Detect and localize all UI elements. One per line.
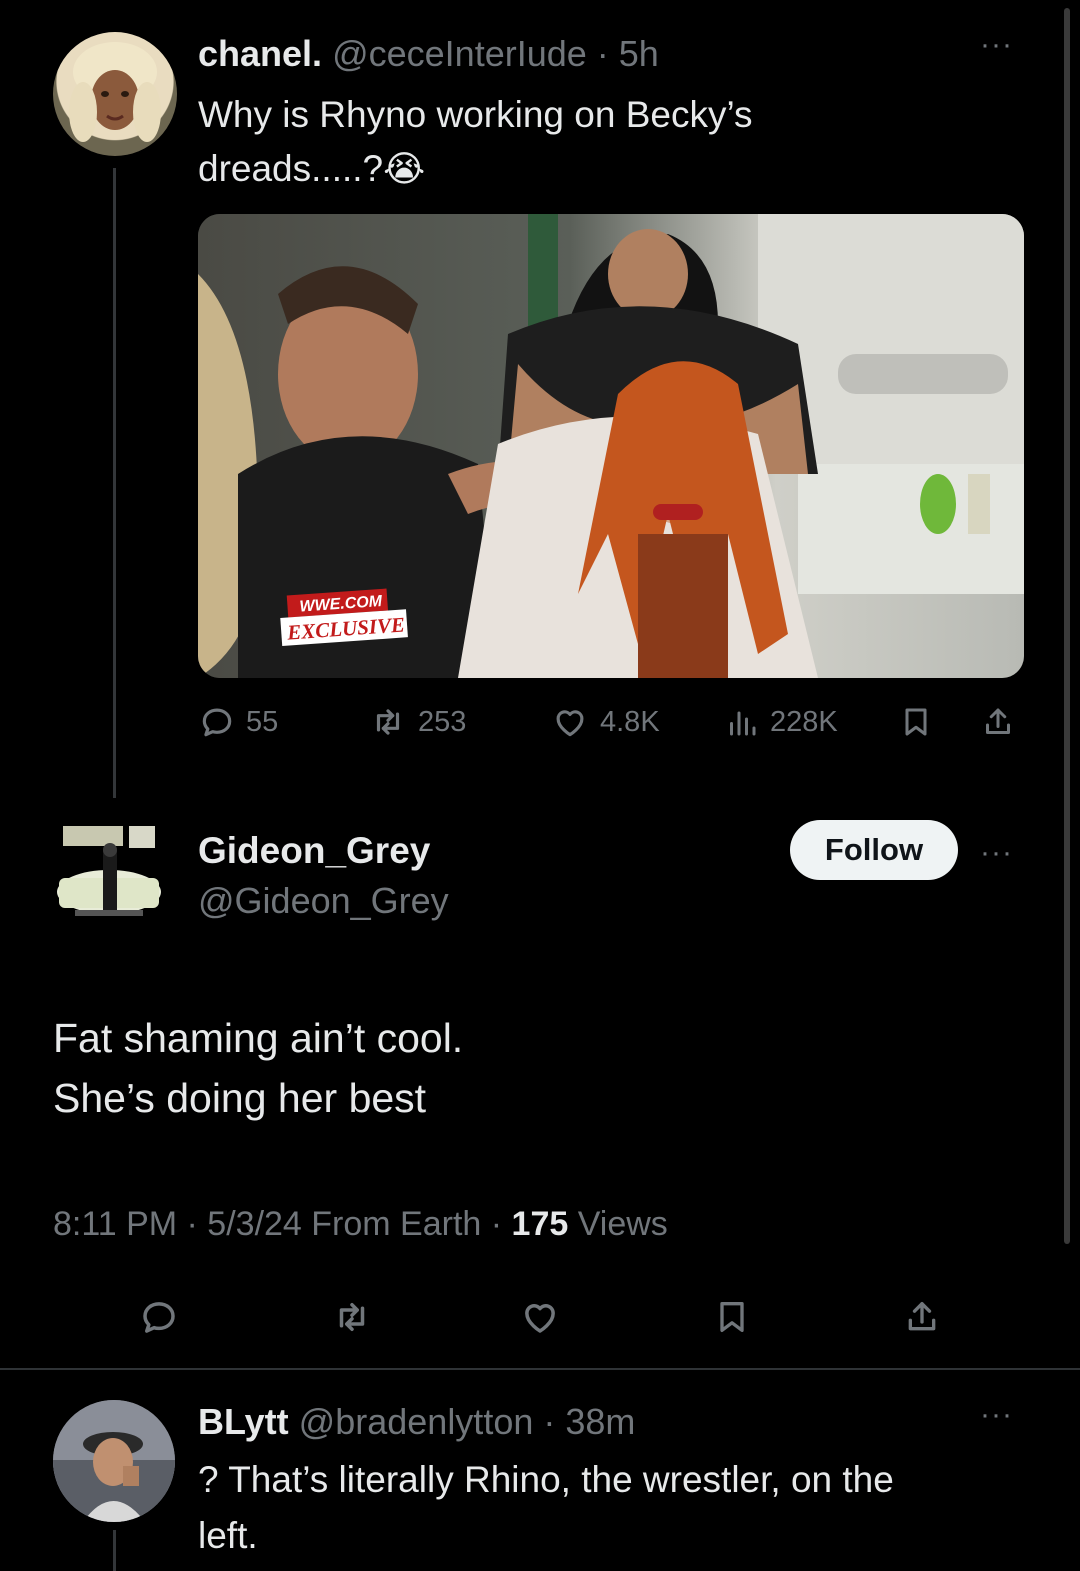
repost-button[interactable]: 253 bbox=[368, 703, 466, 741]
share-icon bbox=[908, 1302, 936, 1331]
avatar-blytt[interactable] bbox=[53, 1400, 175, 1522]
bookmark-icon bbox=[905, 708, 927, 736]
tweet-header: BLytt @bradenlytton · 38m bbox=[198, 1400, 635, 1444]
user-names: Gideon_Grey @Gideon_Grey bbox=[198, 826, 449, 926]
tweet-text-line: ? That’s literally Rhino, the wrestler, … bbox=[198, 1459, 894, 1500]
tweet-meta: 8:11 PM · 5/3/24 From Earth · 175 Views bbox=[53, 1202, 668, 1246]
tweet-text-line: Fat shaming ain’t cool. bbox=[53, 1015, 464, 1061]
bookmark-button[interactable] bbox=[898, 703, 934, 741]
views-button[interactable]: 228K bbox=[724, 703, 838, 741]
timestamp[interactable]: 8:11 PM · 5/3/24 From Earth · bbox=[53, 1205, 512, 1243]
tweet-text-line: Why is Rhyno working on Becky’s bbox=[198, 94, 753, 135]
repost-icon bbox=[376, 709, 400, 735]
views-label: Views bbox=[568, 1205, 668, 1243]
timestamp[interactable]: · 5h bbox=[597, 33, 659, 74]
repost-count: 253 bbox=[418, 705, 467, 738]
display-name[interactable]: BLytt bbox=[198, 1401, 289, 1442]
scrollbar[interactable] bbox=[1064, 8, 1070, 1244]
avatar-image bbox=[53, 1400, 175, 1522]
like-count: 4.8K bbox=[600, 705, 660, 738]
tweet-text-line: left. bbox=[198, 1515, 258, 1556]
reply-icon bbox=[143, 1302, 175, 1333]
tweet-header: chanel. @ceceInterIude · 5h bbox=[198, 32, 659, 76]
bookmark-icon bbox=[720, 1302, 744, 1332]
divider bbox=[0, 1368, 1080, 1370]
bar-chart-icon bbox=[730, 711, 756, 736]
views-count: 228K bbox=[770, 705, 838, 738]
bookmark-button[interactable] bbox=[712, 1296, 752, 1338]
reply-button[interactable]: 55 bbox=[198, 703, 278, 741]
more-options-icon[interactable]: ··· bbox=[980, 838, 1013, 868]
display-name[interactable]: chanel. bbox=[198, 33, 322, 74]
views-count: 175 bbox=[511, 1205, 569, 1243]
timestamp[interactable]: · 38m bbox=[543, 1401, 635, 1442]
repost-button[interactable] bbox=[330, 1296, 374, 1338]
tweet-text-line: She’s doing her best bbox=[53, 1075, 427, 1121]
reply-count: 55 bbox=[246, 705, 279, 738]
like-button[interactable]: 4.8K bbox=[550, 703, 660, 741]
reply-icon bbox=[202, 708, 232, 737]
display-name[interactable]: Gideon_Grey bbox=[198, 826, 449, 876]
tweet-text-line: dreads.....? bbox=[198, 148, 384, 189]
share-icon bbox=[986, 708, 1010, 734]
tweet-text: ? That’s literally Rhino, the wrestler, … bbox=[198, 1452, 894, 1564]
thread-connector-line bbox=[113, 168, 116, 798]
more-options-icon[interactable]: ··· bbox=[980, 1400, 1013, 1430]
like-button[interactable] bbox=[518, 1296, 562, 1338]
follow-button[interactable]: Follow bbox=[790, 820, 958, 880]
share-button[interactable] bbox=[902, 1296, 942, 1338]
handle[interactable]: @ceceInterIude bbox=[332, 33, 587, 74]
avatar-chanel[interactable] bbox=[53, 32, 177, 156]
heart-icon bbox=[525, 1304, 555, 1333]
share-button[interactable] bbox=[980, 703, 1016, 741]
media-illustration: WWE.COM EXCLUSIVE bbox=[198, 214, 1024, 678]
reply-button[interactable] bbox=[138, 1296, 180, 1338]
heart-icon bbox=[556, 710, 584, 737]
more-options-icon[interactable]: ··· bbox=[980, 30, 1013, 60]
avatar-image bbox=[69, 42, 161, 142]
avatar-image bbox=[57, 826, 161, 916]
tweet-text: Fat shaming ain’t cool. She’s doing her … bbox=[53, 1008, 463, 1128]
tweet-text: Why is Rhyno working on Becky’s dreads..… bbox=[198, 88, 753, 196]
handle[interactable]: @bradenlytton bbox=[299, 1401, 534, 1442]
handle[interactable]: @Gideon_Grey bbox=[198, 876, 449, 926]
thread-connector-line bbox=[113, 1530, 116, 1571]
crying-face-emoji-icon: 😭 bbox=[383, 148, 426, 189]
tweet-media-image[interactable]: WWE.COM EXCLUSIVE bbox=[198, 214, 1024, 678]
repost-icon bbox=[339, 1303, 365, 1331]
avatar-gideon-grey[interactable] bbox=[55, 820, 163, 938]
